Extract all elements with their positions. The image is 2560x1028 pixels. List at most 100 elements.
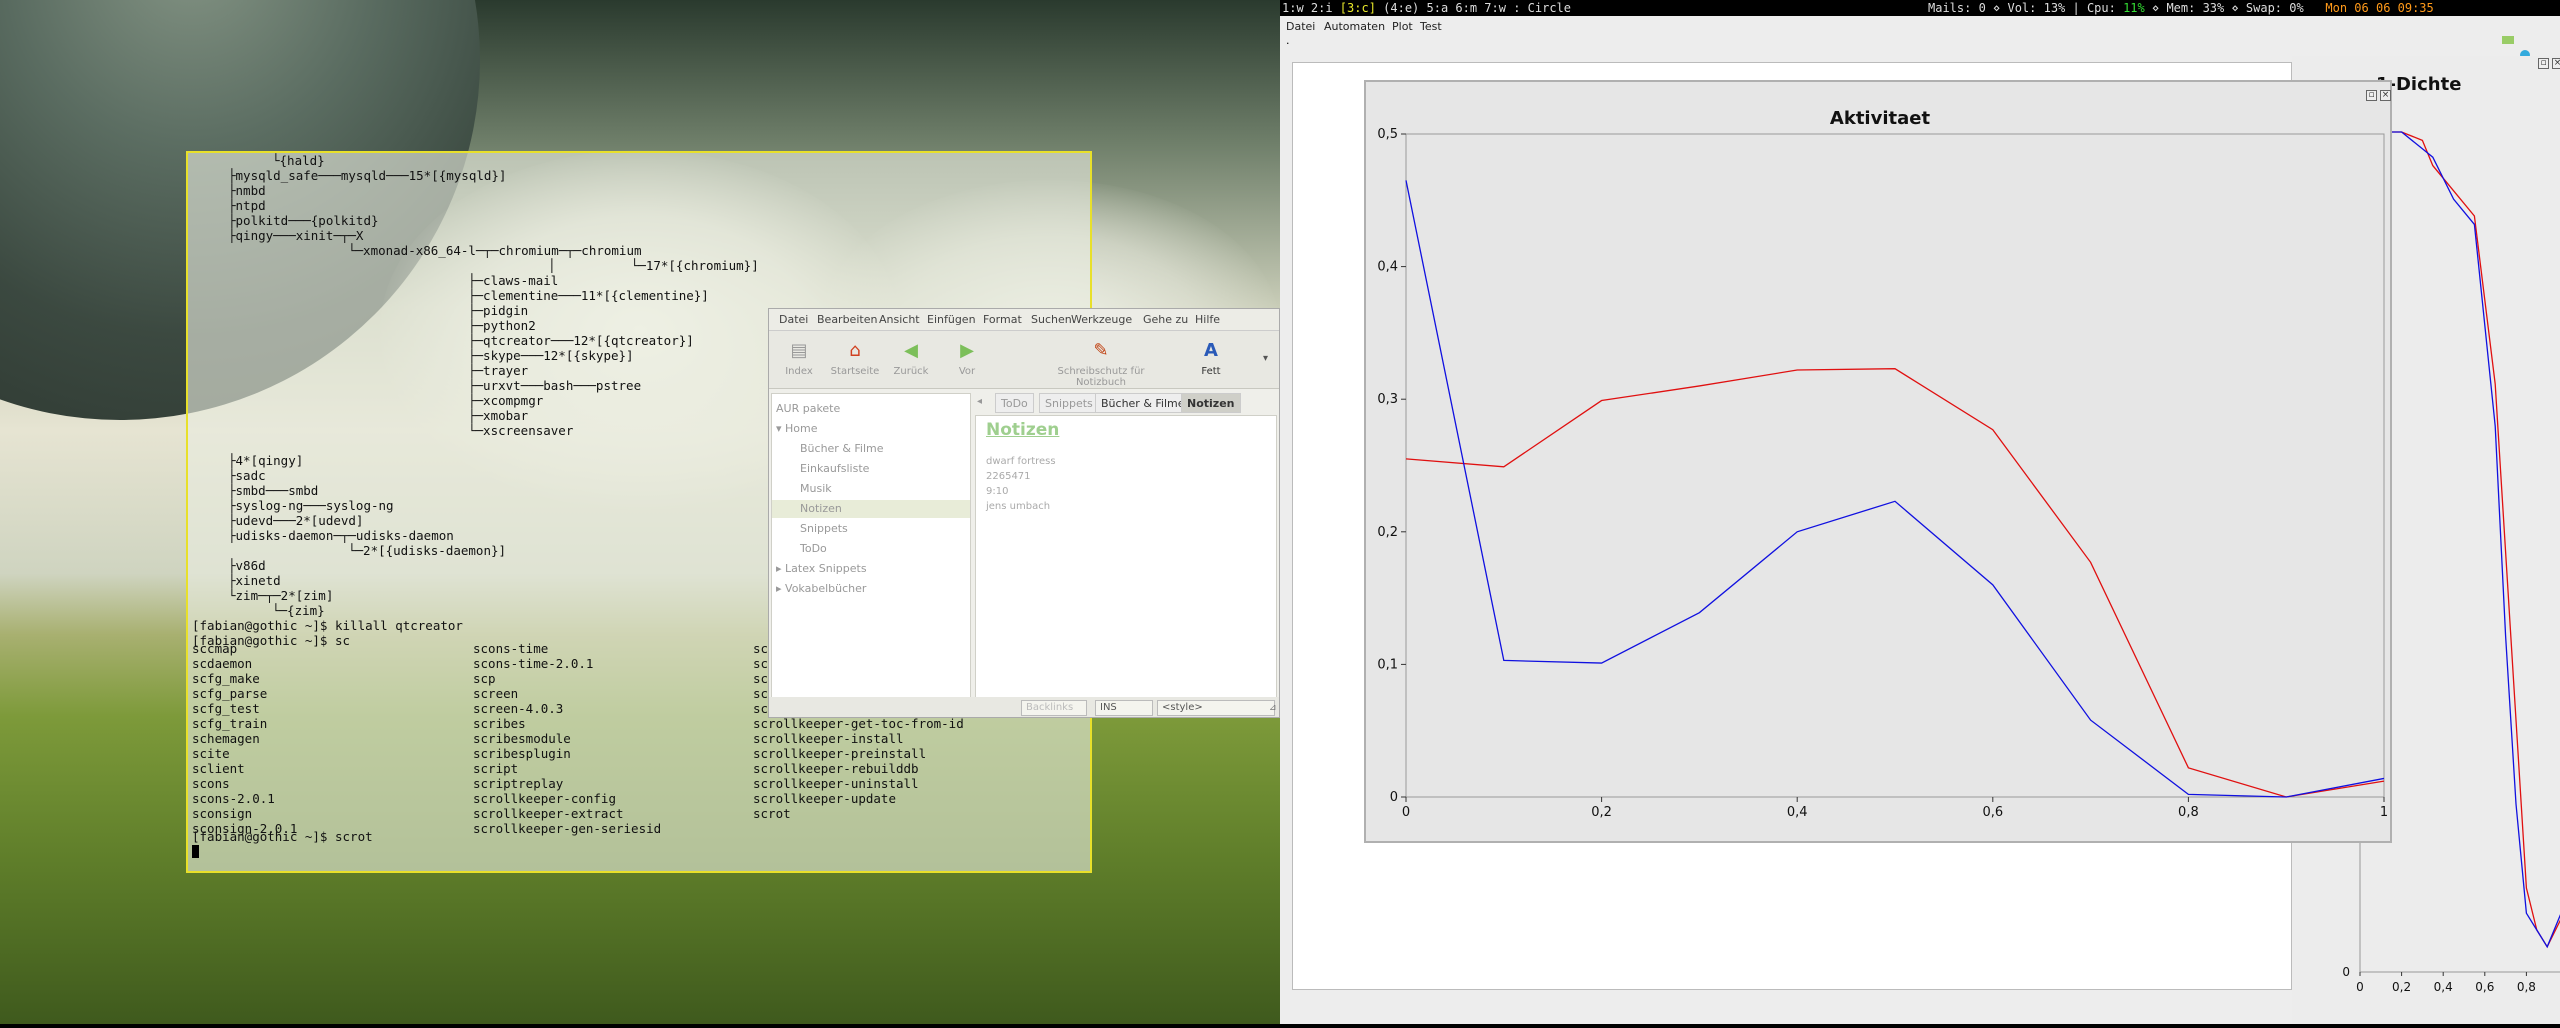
page-text-line: 9:10 (986, 486, 1009, 497)
notebook-index-tree[interactable]: AUR pakete ▾ Home Bücher & Filme Einkaufsli… (771, 393, 971, 703)
x-tick-label: 0,4 (2434, 980, 2453, 994)
plot-menu-item[interactable]: Plot (1392, 20, 1413, 33)
terminal-line: │ └─17*[{chromium}] (548, 258, 759, 273)
terminal-line: ├─xcompmgr (468, 393, 544, 408)
aktivitaet-window[interactable]: ▫ × Aktivitaet 0 0,2 0,4 0,6 0,8 1 0 0,1 0,2 0,3 0… (1364, 80, 2392, 843)
zim-menu-item[interactable]: Bearbeiten (817, 313, 877, 326)
zim-menu-item[interactable]: Hilfe (1195, 313, 1220, 326)
completion-item: schemagen (192, 731, 260, 746)
plot-menu-item[interactable]: Test (1420, 20, 1442, 33)
toolbar-button[interactable]: A Fett (1185, 335, 1237, 385)
zim-menu-item[interactable]: Gehe zu (1143, 313, 1188, 326)
back-arrow-icon: ◀ (904, 340, 918, 361)
completion-item: scons-2.0.1 (192, 791, 275, 806)
y-tick-label: 0,2 (1377, 525, 1398, 540)
zim-menu-item[interactable]: Ansicht (879, 313, 920, 326)
page-editor[interactable]: Notizen dwarf fortress 2265471 9:10 jens um… (975, 415, 1277, 703)
system-stats: Mails: 0 ⋄ Vol: 13% | Cpu: 11% ⋄ Mem: 33… (1928, 1, 2434, 15)
close-icon[interactable]: × (2552, 58, 2560, 69)
xmobar-status-bar: 1:w 2:i [3:c] (4:e) 5:a 6:m 7:w : Circle… (1280, 0, 2560, 76)
toolbar-button-label: Vor (958, 366, 976, 377)
toolbar-button-label: Zurück (893, 366, 929, 377)
plot-application: 1:w 2:i [3:c] (4:e) 5:a 6:m 7:w : Circle… (1280, 0, 2560, 1024)
system-tray[interactable] (2480, 2, 2554, 76)
pathbar-tab[interactable]: Bücher & Filme (1095, 393, 1191, 413)
tree-item[interactable]: Snippets (772, 520, 970, 538)
tree-item-label: AUR pakete (776, 402, 841, 415)
terminal-line: ├udisks-daemon─┬─udisks-daemon (228, 528, 454, 543)
resize-grip-icon[interactable]: ⊿ (1269, 703, 1277, 713)
page-text-line: dwarf fortress (986, 456, 1056, 467)
plot-menu-item[interactable]: Datei (1286, 20, 1315, 33)
zim-menu-item[interactable]: Format (983, 313, 1022, 326)
expander-icon[interactable]: ▾ (776, 422, 785, 435)
tree-item[interactable]: ToDo (772, 540, 970, 558)
status-field[interactable]: INS (1095, 700, 1153, 716)
toolbar-overflow-icon[interactable]: ▾ (1263, 353, 1268, 364)
toolbar-button-label: Index (785, 366, 813, 377)
tree-item-label: Vokabelbücher (785, 582, 867, 595)
terminal-line: └─xmonad-x86_64-l─┬─chromium─┬─chromium (348, 243, 642, 258)
terminal-line: [fabian@gothic ~]$ killall qtcreator (192, 618, 463, 633)
completion-item: script (473, 761, 519, 776)
terminal-line: ├─pidgin (468, 303, 529, 318)
pathbar: ◂ ToDo Snippets Bücher & Filme Notizen (975, 391, 1279, 413)
completion-item: scrollkeeper-uninstall (753, 776, 919, 791)
toolbar-button-label: Startseite (830, 366, 880, 377)
x-tick-label: 0,6 (2475, 980, 2494, 994)
tree-item-label: ToDo (800, 542, 827, 555)
tree-item[interactable]: AUR pakete (772, 400, 970, 418)
status-field[interactable]: <style> (1157, 700, 1275, 716)
float-icon[interactable]: ▫ (2538, 58, 2549, 69)
terminal-line: ├syslog-ng───syslog-ng (228, 498, 394, 513)
x-tick-label: 0 (1402, 805, 1410, 820)
toolbar-button[interactable]: ◀ Zurück (885, 335, 937, 385)
tree-item[interactable]: Einkaufsliste (772, 460, 970, 478)
pathbar-back-icon[interactable]: ◂ (977, 396, 982, 407)
tree-item[interactable]: Musik (772, 480, 970, 498)
pathbar-tab[interactable]: Notizen (1181, 393, 1241, 413)
plot-menu-item[interactable]: Automaten (1324, 20, 1385, 33)
zim-menu-item[interactable]: Datei (779, 313, 808, 326)
tree-item[interactable]: Bücher & Filme (772, 440, 970, 458)
toolbar-button[interactable]: ▤ Index (773, 335, 825, 385)
current-workspace: [3:c] (1339, 1, 1376, 15)
toolbar-button[interactable]: ✎ Schreibschutz für Notizbuch (1031, 335, 1171, 388)
tree-item[interactable]: ▸ Latex Snippets (772, 560, 970, 578)
tree-item[interactable]: Notizen (772, 500, 970, 518)
toolbar-button-label: Schreibschutz für Notizbuch (1057, 366, 1145, 388)
tree-item-label: Bücher & Filme (800, 442, 884, 455)
toolbar-button[interactable]: ▶ Vor (941, 335, 993, 385)
completion-item: scrollkeeper-get-toc-from-id (753, 716, 964, 731)
edit-pencil-icon: ✎ (1093, 340, 1109, 361)
y-tick-label: 0,3 (1377, 392, 1398, 407)
zim-menu-item[interactable]: Einfügen (927, 313, 976, 326)
terminal-line: └{hald} (272, 153, 325, 168)
zim-window[interactable]: Datei Bearbeiten Ansicht Einfügen Format Such… (768, 308, 1280, 718)
close-icon[interactable]: × (2380, 90, 2391, 101)
x-tick-label: 0,2 (1591, 805, 1612, 820)
tree-item-label: Musik (800, 482, 832, 495)
status-field[interactable]: Backlinks (1021, 700, 1087, 716)
completion-item: sccmap (192, 641, 238, 656)
zim-menu-item[interactable]: Werkzeuge (1071, 313, 1132, 326)
terminal-line: └─{zim} (272, 603, 325, 618)
completion-item: sconsign (192, 806, 253, 821)
zim-menu-item[interactable]: Suchen (1031, 313, 1072, 326)
pathbar-tab[interactable]: Snippets (1039, 393, 1099, 413)
pathbar-tab[interactable]: ToDo (995, 393, 1034, 413)
toolbar-button[interactable]: ⌂ Startseite (829, 335, 881, 385)
workspaces: 1:w 2:i [3:c] (4:e) 5:a 6:m 7:w : Circle (1282, 1, 1571, 15)
completion-item: scfg_parse (192, 686, 268, 701)
tree-item-label: Latex Snippets (785, 562, 867, 575)
terminal-cursor (192, 845, 199, 858)
y-tick-label: 0 (1390, 790, 1398, 805)
terminal-prompt[interactable]: [fabian@gothic ~]$ scrot (192, 829, 373, 844)
float-icon[interactable]: ▫ (2366, 90, 2377, 101)
expander-icon[interactable]: ▸ (776, 562, 785, 575)
expander-icon[interactable]: ▸ (776, 582, 785, 595)
tree-item[interactable]: ▸ Vokabelbücher (772, 580, 970, 598)
tree-item[interactable]: ▾ Home (772, 420, 970, 438)
completion-item: scrollkeeper-update (753, 791, 896, 806)
completion-item: screen-4.0.3 (473, 701, 564, 716)
